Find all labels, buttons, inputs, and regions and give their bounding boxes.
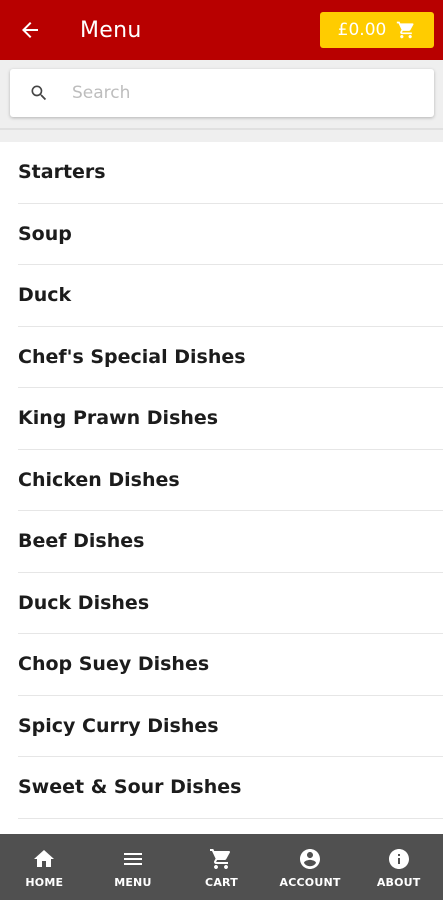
nav-home[interactable]: HOME [0,834,89,900]
list-item-label: Duck [18,284,72,307]
list-item[interactable]: Duck Dishes [18,573,443,634]
back-button[interactable] [0,0,60,60]
nav-label: HOME [25,875,64,889]
search-area [0,60,443,142]
list-item[interactable]: Chop Suey Dishes [18,634,443,696]
app-bar: Menu £0.00 [0,0,443,60]
menu-icon [121,846,145,872]
list-item[interactable]: Duck [18,265,443,327]
nav-label: ACCOUNT [279,875,341,889]
list-item-label: Chop Suey Dishes [18,653,210,676]
info-icon [387,846,411,872]
list-item-label: Chef's Special Dishes [18,345,246,368]
category-list[interactable]: Starters Soup Duck Chef's Special Dishes… [0,142,443,834]
account-icon [298,846,322,872]
search-box[interactable] [10,69,434,117]
list-item-label: Duck Dishes [18,591,150,614]
nav-label: CART [205,875,238,889]
search-input[interactable] [72,83,392,103]
cart-icon [397,21,414,39]
nav-cart[interactable]: CART [177,834,266,900]
list-item[interactable]: King Prawn Dishes [18,388,443,450]
list-item-label: Chicken Dishes [18,468,180,491]
bottom-nav: HOME MENU CART ACCOUNT ABOUT [0,834,443,900]
home-icon [32,846,56,872]
list-item-label: King Prawn Dishes [18,407,219,430]
list-item[interactable]: Spicy Curry Dishes [18,696,443,757]
nav-menu[interactable]: MENU [89,834,178,900]
search-icon [28,82,50,104]
list-item-label: Spicy Curry Dishes [18,714,219,737]
divider [0,128,443,130]
page-title: Menu [80,17,142,43]
cart-total: £0.00 [337,20,387,40]
arrow-left-icon [22,22,38,38]
list-item-label: Sweet & Sour Dishes [18,776,242,799]
cart-icon [209,846,233,872]
cart-total-button[interactable]: £0.00 [320,12,434,48]
nav-label: ABOUT [376,875,421,889]
nav-account[interactable]: ACCOUNT [266,834,355,900]
list-item[interactable]: Soup [18,204,443,265]
list-item-label: Soup [18,222,72,245]
nav-about[interactable]: ABOUT [354,834,443,900]
list-item[interactable]: Sweet & Sour Dishes [18,757,443,819]
list-item-label: Beef Dishes [18,530,145,553]
list-item[interactable]: Starters [18,142,443,204]
list-item[interactable]: Chef's Special Dishes [18,327,443,388]
list-item-label: Starters [18,161,106,184]
nav-label: MENU [114,875,152,889]
list-item[interactable] [18,819,443,835]
list-item[interactable]: Chicken Dishes [18,450,443,511]
list-item[interactable]: Beef Dishes [18,511,443,573]
